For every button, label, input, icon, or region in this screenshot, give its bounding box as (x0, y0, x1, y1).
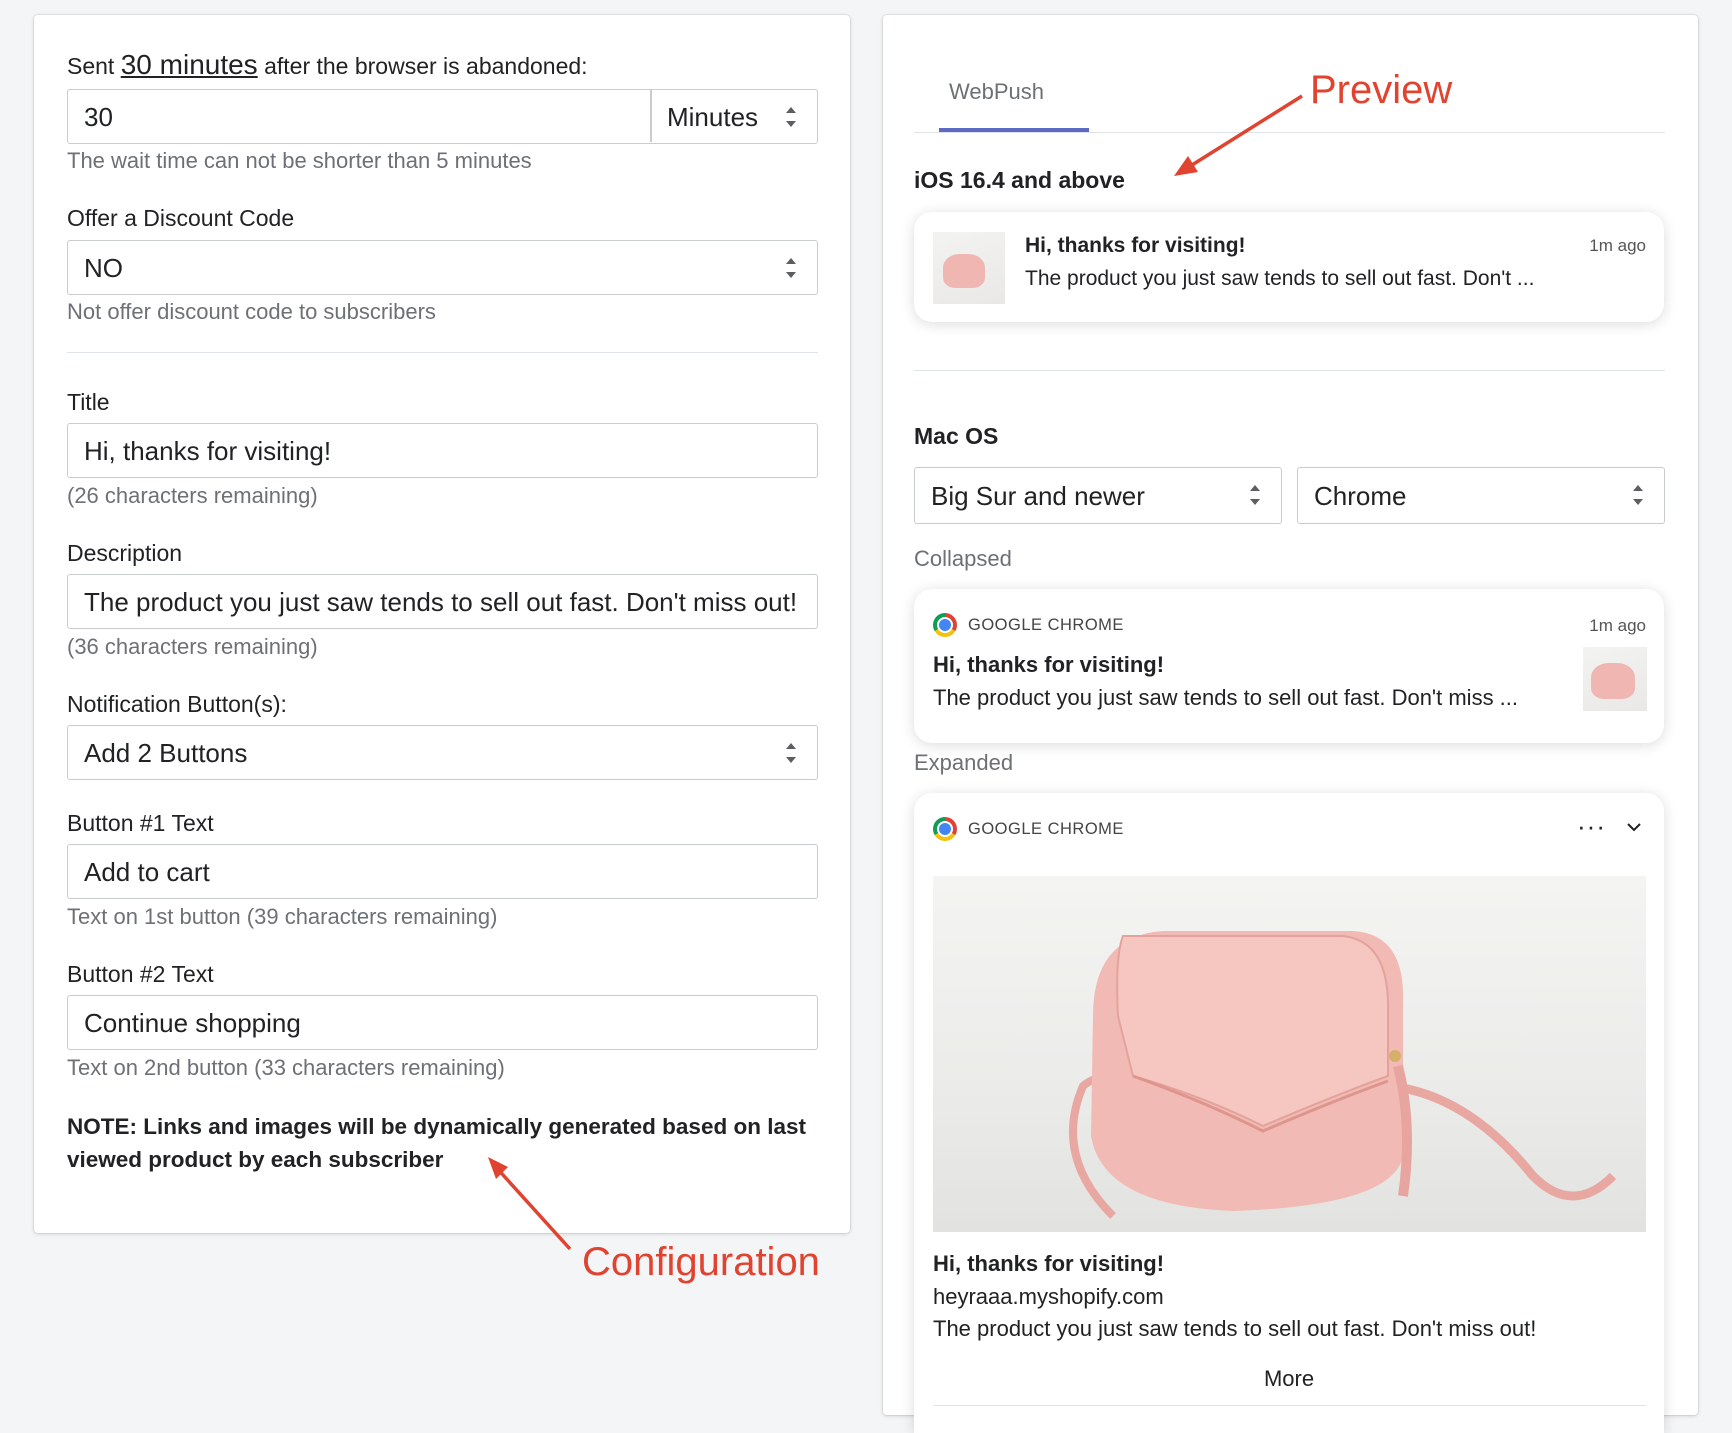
preview-card: WebPush iOS 16.4 and above Hi, thanks fo… (883, 15, 1698, 1433)
dynamic-note: NOTE: Links and images will be dynamical… (67, 1114, 806, 1172)
mac-heading: Mac OS (914, 423, 999, 449)
button1-label: Button #1 Text (67, 810, 214, 836)
more-button[interactable]: More (914, 1366, 1664, 1392)
ios-notification[interactable]: Hi, thanks for visiting! 1m ago The prod… (914, 212, 1664, 322)
mac-version-select[interactable]: Big Sur and newer (914, 467, 1282, 524)
title-label: Title (67, 389, 110, 415)
expanded-domain: heyraaa.myshopify.com (933, 1284, 1164, 1309)
preview-arrow-icon (1174, 94, 1303, 176)
tab-webpush[interactable]: WebPush (939, 15, 1089, 132)
configuration-card: Sent 30 minutes after the browser is aba… (34, 15, 850, 1233)
product-thumbnail (933, 232, 1005, 304)
collapsed-notification[interactable]: GOOGLE CHROME 1m ago Hi, thanks for visi… (914, 589, 1664, 743)
chevron-down-icon[interactable] (1626, 819, 1642, 835)
product-image (933, 876, 1646, 1232)
section-divider (914, 370, 1665, 371)
ios-notification-time: 1m ago (1589, 236, 1646, 255)
sent-after-label: Sent 30 minutes after the browser is aba… (67, 49, 588, 80)
description-hint: (36 characters remaining) (67, 634, 318, 659)
discount-label: Offer a Discount Code (67, 205, 295, 231)
sent-minutes-link[interactable]: 30 minutes (121, 49, 258, 80)
mac-browser-select[interactable]: Chrome (1297, 467, 1665, 524)
select-arrows-icon (785, 106, 797, 128)
select-arrows-icon (785, 742, 797, 764)
chrome-logo-icon (933, 613, 957, 637)
preview-annotation: Preview (1310, 68, 1453, 112)
expanded-app-name: GOOGLE CHROME (968, 820, 1124, 838)
collapsed-title: Hi, thanks for visiting! (933, 652, 1165, 677)
button1-hint: Text on 1st button (39 characters remain… (67, 904, 498, 929)
configuration-annotation: Configuration (582, 1240, 820, 1284)
collapsed-time: 1m ago (1589, 616, 1646, 635)
chrome-logo-icon (933, 817, 957, 841)
select-arrows-icon (1632, 484, 1644, 506)
ios-notification-title: Hi, thanks for visiting! (1025, 234, 1246, 257)
expanded-notification[interactable]: GOOGLE CHROME ··· Hi, thanks for visitin… (914, 793, 1664, 1433)
button2-hint: Text on 2nd button (33 characters remain… (67, 1055, 505, 1080)
section-divider (67, 352, 818, 353)
collapsed-app-name: GOOGLE CHROME (968, 616, 1124, 634)
title-hint: (26 characters remaining) (67, 483, 318, 508)
title-input[interactable]: Hi, thanks for visiting! (67, 423, 818, 478)
expanded-body: The product you just saw tends to sell o… (933, 1316, 1537, 1341)
button2-label: Button #2 Text (67, 961, 214, 987)
expanded-label: Expanded (914, 750, 1014, 775)
action-divider (933, 1405, 1646, 1406)
buttons-label: Notification Button(s): (67, 691, 287, 717)
collapsed-label: Collapsed (914, 546, 1012, 571)
select-arrows-icon (1249, 484, 1261, 506)
more-options-icon[interactable]: ··· (1577, 811, 1606, 842)
wait-hint: The wait time can not be shorter than 5 … (67, 148, 532, 173)
discount-select[interactable]: NO (67, 240, 818, 295)
wait-time-input[interactable]: 30 (84, 102, 637, 133)
button2-input[interactable]: Continue shopping (67, 995, 818, 1050)
product-thumbnail (1583, 647, 1647, 711)
description-input[interactable]: The product you just saw tends to sell o… (67, 574, 818, 629)
ios-heading: iOS 16.4 and above (914, 167, 1125, 193)
wait-time-group: 30 Minutes (67, 89, 818, 144)
select-arrows-icon (785, 257, 797, 279)
ios-notification-body: The product you just saw tends to sell o… (1025, 267, 1535, 290)
discount-hint: Not offer discount code to subscribers (67, 299, 436, 324)
button1-input[interactable]: Add to cart (67, 844, 818, 899)
collapsed-body: The product you just saw tends to sell o… (933, 685, 1519, 710)
wait-unit-select[interactable]: Minutes (652, 90, 817, 142)
description-label: Description (67, 540, 183, 566)
configuration-arrow-icon (488, 1157, 572, 1251)
expanded-title: Hi, thanks for visiting! (933, 1251, 1165, 1276)
buttons-select[interactable]: Add 2 Buttons (67, 725, 818, 780)
